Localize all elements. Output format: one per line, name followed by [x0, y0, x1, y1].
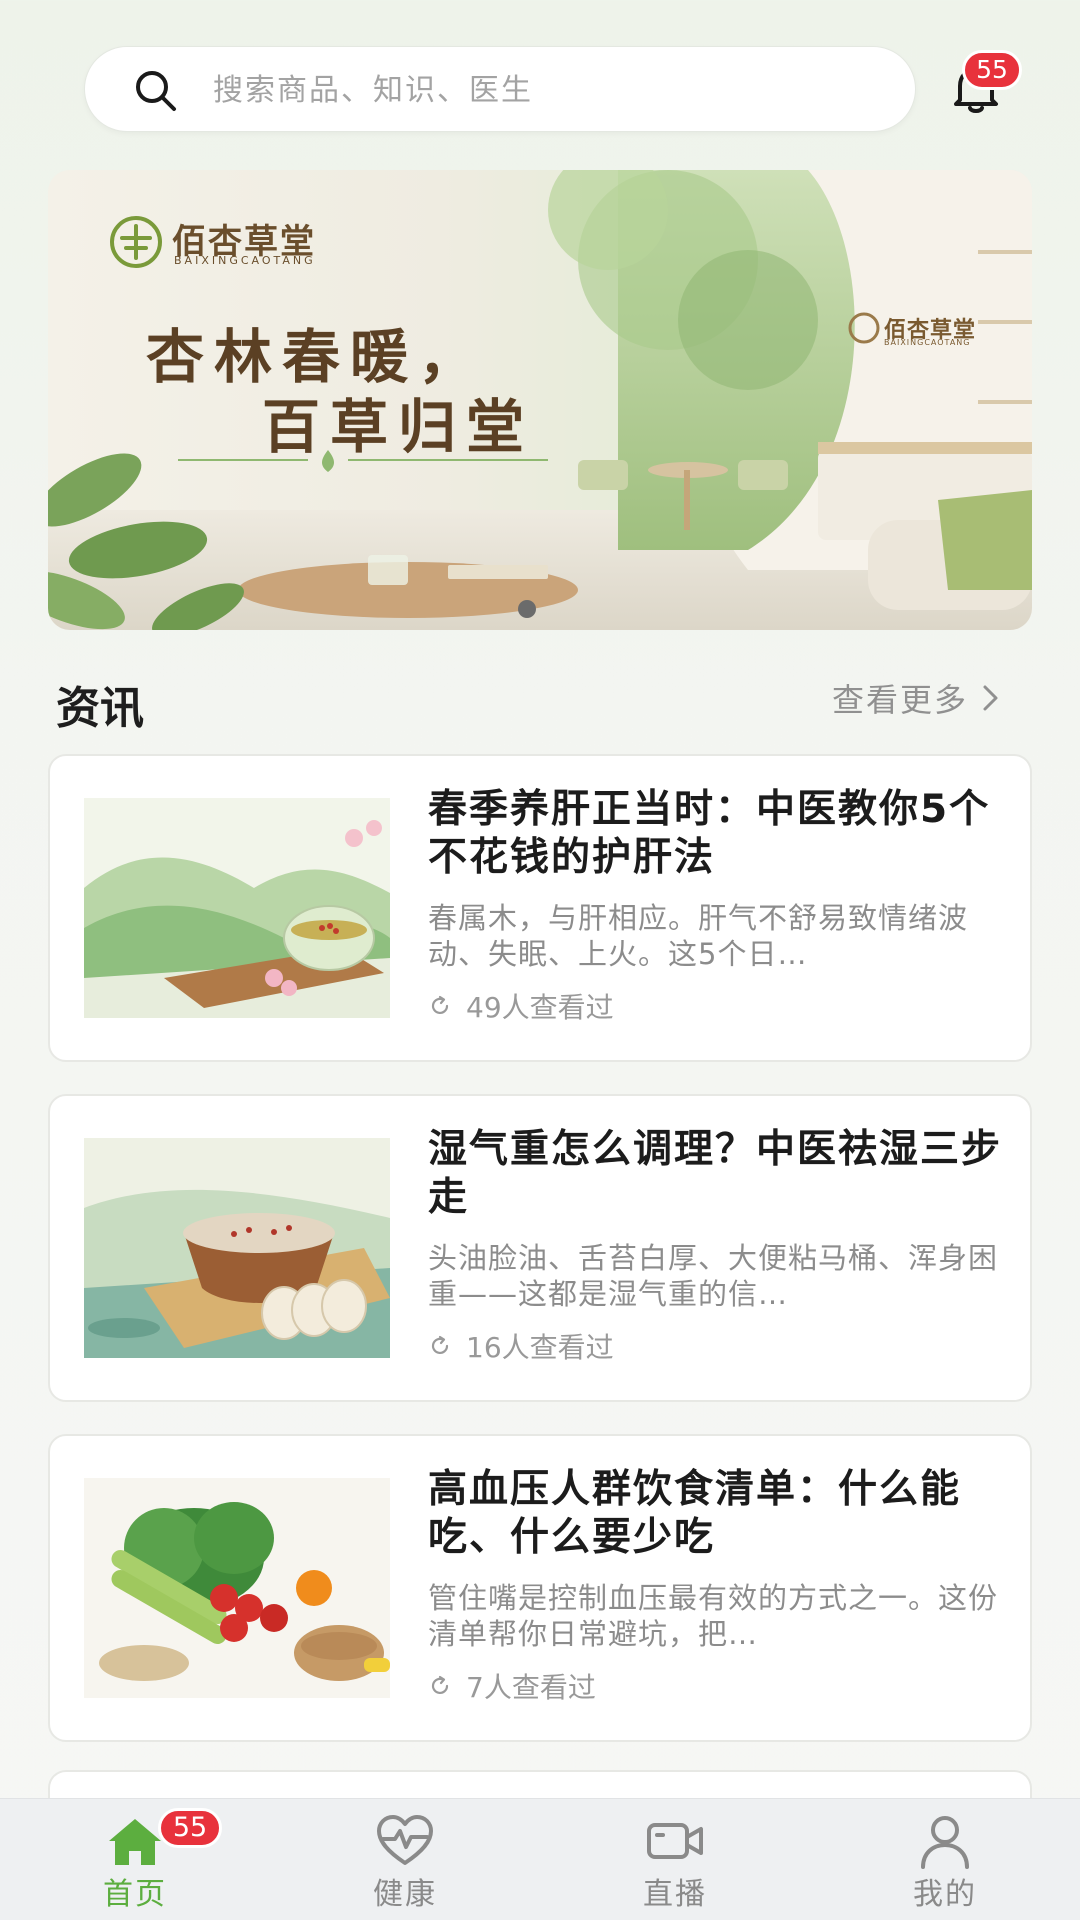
- search-bar[interactable]: [84, 46, 916, 132]
- article-view-count: 16人查看过: [466, 1331, 614, 1364]
- refresh-icon: [431, 1675, 449, 1695]
- article-views: 16人查看过: [428, 1326, 614, 1366]
- article-view-count: 7人查看过: [466, 1671, 596, 1704]
- home-icon: [109, 1819, 161, 1865]
- video-camera-icon: [647, 1823, 703, 1859]
- top-bar: 55: [0, 0, 1080, 160]
- article-summary: 春属木，与肝相应。肝气不舒易致情绪波动、失眠、上火。这5个日…: [428, 901, 969, 971]
- view-more-link[interactable]: 查看更多: [832, 674, 1000, 722]
- user-icon: [921, 1816, 969, 1869]
- nav-item-health[interactable]: 健康: [305, 1799, 505, 1920]
- nav-item-profile[interactable]: 我的: [845, 1799, 1045, 1920]
- notification-badge: 55: [962, 50, 1022, 90]
- brand-logo-icon: [110, 216, 162, 268]
- article-thumbnail: [84, 1138, 390, 1358]
- heart-pulse-icon: [377, 1815, 433, 1865]
- article-card[interactable]: 湿气重怎么调理？中医祛湿三步走 头油脸油、舌苔白厚、大便粘马桶、浑身困重——这都…: [48, 1094, 1032, 1402]
- article-title: 湿气重怎么调理？中医祛湿三步走: [428, 1127, 1003, 1220]
- nav-label-health: 健康: [373, 1877, 437, 1912]
- view-more-label: 查看更多: [832, 681, 969, 719]
- banner-slogan-line2: 百草归堂: [262, 393, 535, 461]
- wall-logo-subtitle: BAIXINGCAOTANG: [884, 338, 971, 347]
- refresh-icon: [431, 1335, 449, 1355]
- promo-banner[interactable]: 佰杏草堂 BAIXINGCAOTANG 杏林春暖， 百草归堂 佰杏草堂 BAIX…: [48, 170, 1032, 630]
- article-views: 49人查看过: [428, 986, 614, 1026]
- chevron-right-icon: [983, 685, 998, 711]
- banner-page-indicator[interactable]: [518, 600, 536, 618]
- home-notification-badge: 55: [158, 1808, 222, 1848]
- article-card[interactable]: 春季养肝正当时：中医教你5个不花钱的护肝法 春属木，与肝相应。肝气不舒易致情绪波…: [48, 754, 1032, 1062]
- article-views: 7人查看过: [428, 1666, 596, 1706]
- search-input[interactable]: [213, 59, 873, 121]
- nav-label-profile: 我的: [913, 1877, 977, 1912]
- brand-subtitle: BAIXINGCAOTANG: [174, 254, 316, 267]
- refresh-icon: [431, 995, 449, 1015]
- article-summary: 头油脸油、舌苔白厚、大便粘马桶、浑身困重——这都是湿气重的信…: [428, 1241, 999, 1311]
- nav-item-live[interactable]: 直播: [575, 1799, 775, 1920]
- article-view-count: 49人查看过: [466, 991, 614, 1024]
- article-title: 高血压人群饮食清单：什么能吃、什么要少吃: [428, 1467, 962, 1560]
- article-card[interactable]: 高血压人群饮食清单：什么能吃、什么要少吃 管住嘴是控制血压最有效的方式之一。这份…: [48, 1434, 1032, 1742]
- news-section-title: 资讯: [56, 683, 144, 734]
- article-thumbnail: [84, 798, 390, 1018]
- article-thumbnail: [84, 1478, 390, 1698]
- article-title: 春季养肝正当时：中医教你5个不花钱的护肝法: [428, 787, 991, 880]
- nav-label-live: 直播: [643, 1877, 707, 1912]
- search-icon: [136, 71, 176, 111]
- article-summary: 管住嘴是控制血压最有效的方式之一。这份清单帮你日常避坑，把…: [428, 1581, 999, 1651]
- nav-label-home: 首页: [103, 1877, 167, 1912]
